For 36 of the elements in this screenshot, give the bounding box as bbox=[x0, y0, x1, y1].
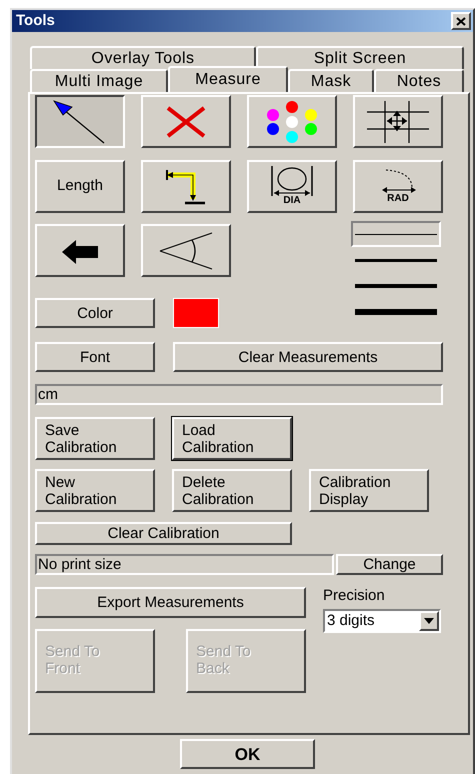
tab[interactable]: Measure bbox=[168, 66, 288, 92]
font-button[interactable]: Font bbox=[35, 342, 155, 372]
units-field[interactable]: cm bbox=[35, 384, 443, 405]
close-button[interactable] bbox=[451, 12, 471, 30]
dropdown-arrow-icon bbox=[424, 618, 434, 624]
export-measurements-button[interactable]: Export Measurements bbox=[35, 587, 306, 618]
tab[interactable]: Mask bbox=[288, 69, 374, 92]
clear-measurements-button[interactable]: Clear Measurements bbox=[173, 342, 443, 372]
change-button[interactable]: Change bbox=[336, 554, 443, 575]
color-swatch[interactable] bbox=[173, 298, 219, 328]
precision-dropdown[interactable]: 3 digits bbox=[323, 609, 441, 633]
move-grid-icon bbox=[365, 100, 431, 142]
clear-calibration-button[interactable]: Clear Calibration bbox=[35, 522, 292, 545]
color-button[interactable]: Color bbox=[35, 298, 155, 328]
tool-button[interactable]: Length bbox=[35, 160, 125, 213]
length-label: Length bbox=[57, 176, 103, 196]
angle-icon bbox=[158, 230, 214, 270]
tool-button[interactable] bbox=[35, 95, 125, 148]
window-title: Tools bbox=[16, 10, 55, 31]
calibration-button[interactable]: Save Calibration bbox=[35, 417, 155, 460]
tab[interactable]: Split Screen bbox=[256, 46, 464, 69]
ok-button[interactable]: OK bbox=[180, 739, 315, 769]
close-icon bbox=[456, 16, 466, 26]
print-size-field: No print size bbox=[35, 554, 334, 575]
calibration-button[interactable]: Delete Calibration bbox=[172, 469, 292, 512]
precision-label: Precision bbox=[323, 587, 386, 604]
tool-button[interactable]: RAD bbox=[353, 160, 443, 213]
tool-button[interactable]: DIA bbox=[247, 160, 337, 213]
cross-icon bbox=[164, 104, 208, 140]
calibration-button[interactable]: Calibration Display bbox=[309, 469, 429, 512]
tab[interactable]: Multi Image bbox=[30, 69, 168, 92]
tab[interactable]: Notes bbox=[374, 69, 464, 92]
calibration-button[interactable]: Load Calibration bbox=[172, 417, 292, 460]
tab[interactable]: Overlay Tools bbox=[30, 46, 256, 69]
line-width-option[interactable] bbox=[351, 221, 441, 247]
calibration-button[interactable]: New Calibration bbox=[35, 469, 155, 512]
